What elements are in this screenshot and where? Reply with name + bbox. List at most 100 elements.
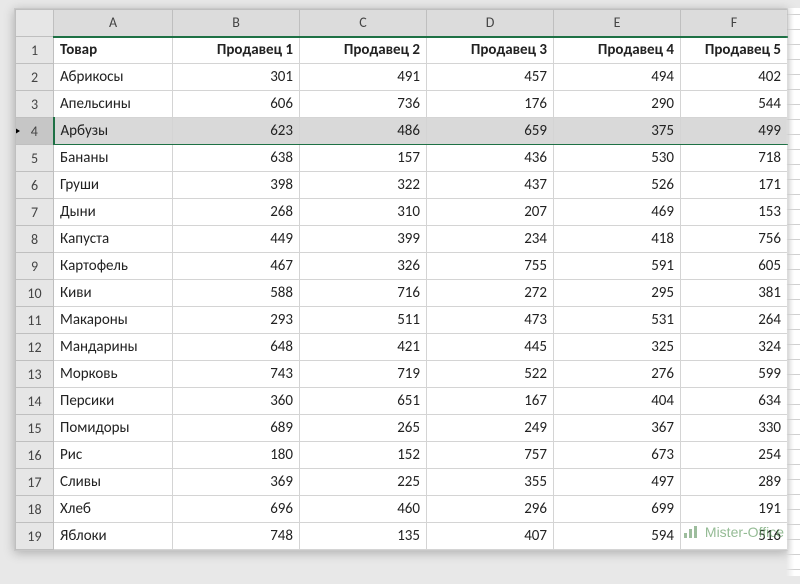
- col-header-E[interactable]: E: [554, 10, 681, 37]
- cell-A3[interactable]: Апельсины: [54, 91, 173, 118]
- cell-F5[interactable]: 718: [681, 145, 788, 172]
- cell-C11[interactable]: 511: [300, 307, 427, 334]
- cell-B10[interactable]: 588: [173, 280, 300, 307]
- cell-E10[interactable]: 295: [554, 280, 681, 307]
- cell-E1[interactable]: Продавец 4: [554, 37, 681, 64]
- cell-F15[interactable]: 330: [681, 415, 788, 442]
- cell-A13[interactable]: Морковь: [54, 361, 173, 388]
- cell-B2[interactable]: 301: [173, 64, 300, 91]
- cell-C13[interactable]: 719: [300, 361, 427, 388]
- cell-A19[interactable]: Яблоки: [54, 523, 173, 550]
- cell-D17[interactable]: 355: [427, 469, 554, 496]
- cell-F1[interactable]: Продавец 5: [681, 37, 788, 64]
- cell-C3[interactable]: 736: [300, 91, 427, 118]
- cell-B5[interactable]: 638: [173, 145, 300, 172]
- row-header[interactable]: 5: [16, 145, 54, 172]
- cell-C12[interactable]: 421: [300, 334, 427, 361]
- cell-D18[interactable]: 296: [427, 496, 554, 523]
- row-header[interactable]: 17: [16, 469, 54, 496]
- row-header[interactable]: 9: [16, 253, 54, 280]
- cell-A14[interactable]: Персики: [54, 388, 173, 415]
- cell-A15[interactable]: Помидоры: [54, 415, 173, 442]
- cell-D8[interactable]: 234: [427, 226, 554, 253]
- cell-A18[interactable]: Хлеб: [54, 496, 173, 523]
- cell-D16[interactable]: 757: [427, 442, 554, 469]
- cell-B15[interactable]: 689: [173, 415, 300, 442]
- cell-F7[interactable]: 153: [681, 199, 788, 226]
- select-all-corner[interactable]: [16, 10, 54, 37]
- cell-D4[interactable]: 659: [427, 118, 554, 145]
- cell-D9[interactable]: 755: [427, 253, 554, 280]
- cell-A5[interactable]: Бананы: [54, 145, 173, 172]
- cell-C7[interactable]: 310: [300, 199, 427, 226]
- cell-D5[interactable]: 436: [427, 145, 554, 172]
- cell-F17[interactable]: 289: [681, 469, 788, 496]
- cell-C9[interactable]: 326: [300, 253, 427, 280]
- row-header[interactable]: 10: [16, 280, 54, 307]
- cell-E2[interactable]: 494: [554, 64, 681, 91]
- cell-E3[interactable]: 290: [554, 91, 681, 118]
- cell-D3[interactable]: 176: [427, 91, 554, 118]
- cell-B19[interactable]: 748: [173, 523, 300, 550]
- cell-A16[interactable]: Рис: [54, 442, 173, 469]
- row-header[interactable]: 3: [16, 91, 54, 118]
- cell-F13[interactable]: 599: [681, 361, 788, 388]
- cell-E16[interactable]: 673: [554, 442, 681, 469]
- cell-C14[interactable]: 651: [300, 388, 427, 415]
- cell-E15[interactable]: 367: [554, 415, 681, 442]
- cell-E8[interactable]: 418: [554, 226, 681, 253]
- row-header[interactable]: 19: [16, 523, 54, 550]
- cell-E18[interactable]: 699: [554, 496, 681, 523]
- col-header-B[interactable]: B: [173, 10, 300, 37]
- cell-E11[interactable]: 531: [554, 307, 681, 334]
- cell-B7[interactable]: 268: [173, 199, 300, 226]
- row-header[interactable]: 4: [16, 118, 54, 145]
- cell-A1[interactable]: Товар: [54, 37, 173, 64]
- cell-F8[interactable]: 756: [681, 226, 788, 253]
- cell-E17[interactable]: 497: [554, 469, 681, 496]
- cell-A8[interactable]: Капуста: [54, 226, 173, 253]
- cell-C2[interactable]: 491: [300, 64, 427, 91]
- cell-F12[interactable]: 324: [681, 334, 788, 361]
- cell-B12[interactable]: 648: [173, 334, 300, 361]
- cell-A6[interactable]: Груши: [54, 172, 173, 199]
- col-header-A[interactable]: A: [54, 10, 173, 37]
- row-header[interactable]: 13: [16, 361, 54, 388]
- row-header[interactable]: 8: [16, 226, 54, 253]
- cell-D1[interactable]: Продавец 3: [427, 37, 554, 64]
- cell-D14[interactable]: 167: [427, 388, 554, 415]
- spreadsheet[interactable]: A B C D E F 1 Товар Продавец 1 Продавец …: [14, 8, 788, 551]
- cell-A2[interactable]: Абрикосы: [54, 64, 173, 91]
- cell-C15[interactable]: 265: [300, 415, 427, 442]
- cell-F14[interactable]: 634: [681, 388, 788, 415]
- cell-A11[interactable]: Макароны: [54, 307, 173, 334]
- cell-F16[interactable]: 254: [681, 442, 788, 469]
- cell-C19[interactable]: 135: [300, 523, 427, 550]
- cell-F3[interactable]: 544: [681, 91, 788, 118]
- cell-B8[interactable]: 449: [173, 226, 300, 253]
- cell-A9[interactable]: Картофель: [54, 253, 173, 280]
- cell-B3[interactable]: 606: [173, 91, 300, 118]
- row-header[interactable]: 14: [16, 388, 54, 415]
- cell-B1[interactable]: Продавец 1: [173, 37, 300, 64]
- cell-B9[interactable]: 467: [173, 253, 300, 280]
- cell-E13[interactable]: 276: [554, 361, 681, 388]
- cell-F2[interactable]: 402: [681, 64, 788, 91]
- row-header[interactable]: 15: [16, 415, 54, 442]
- cell-E4[interactable]: 375: [554, 118, 681, 145]
- cell-E6[interactable]: 526: [554, 172, 681, 199]
- cell-E9[interactable]: 591: [554, 253, 681, 280]
- row-header[interactable]: 1: [16, 37, 54, 64]
- cell-B13[interactable]: 743: [173, 361, 300, 388]
- cell-D6[interactable]: 437: [427, 172, 554, 199]
- cell-B6[interactable]: 398: [173, 172, 300, 199]
- cell-B14[interactable]: 360: [173, 388, 300, 415]
- row-header[interactable]: 16: [16, 442, 54, 469]
- cell-B16[interactable]: 180: [173, 442, 300, 469]
- cell-B18[interactable]: 696: [173, 496, 300, 523]
- cell-C17[interactable]: 225: [300, 469, 427, 496]
- cell-B4[interactable]: 623: [173, 118, 300, 145]
- cell-C5[interactable]: 157: [300, 145, 427, 172]
- cell-F10[interactable]: 381: [681, 280, 788, 307]
- cell-E12[interactable]: 325: [554, 334, 681, 361]
